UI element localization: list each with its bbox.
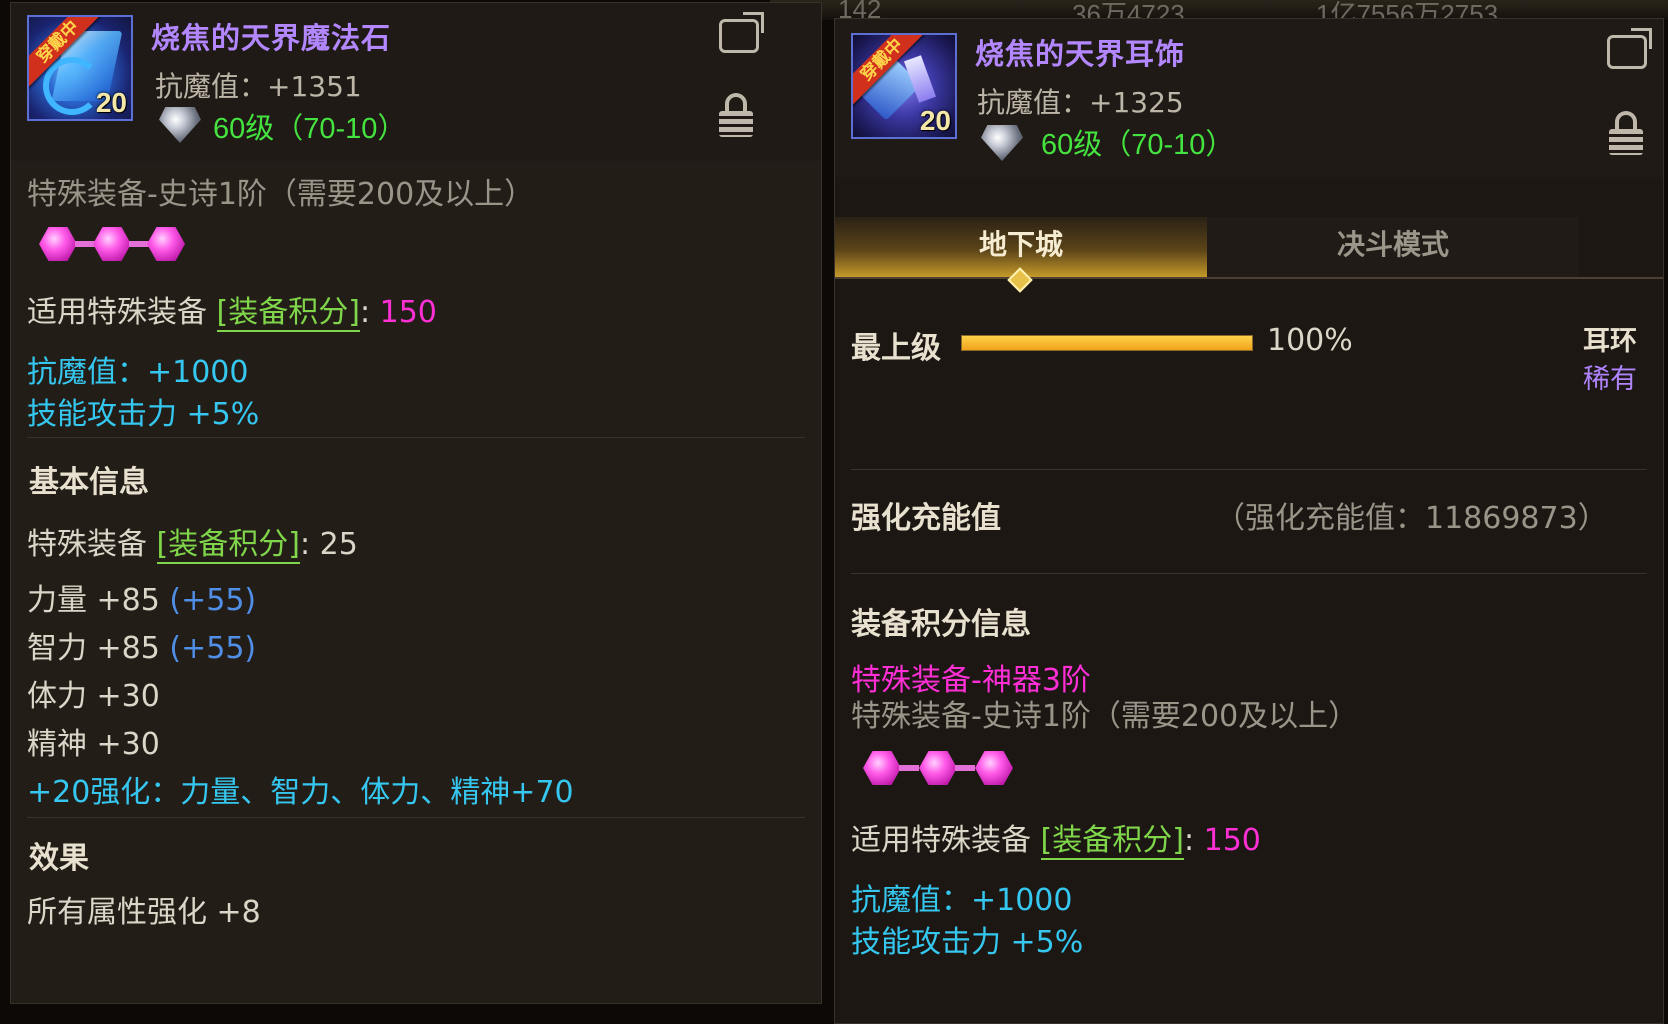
background-currency-strip: 142 36万4723 1亿7556万2753 [770, 0, 1668, 29]
lock-shackle [1615, 111, 1637, 131]
rarity: 稀有 [1583, 364, 1637, 395]
score-info-heading: 装备积分信息 [851, 607, 1031, 642]
lock-body [1609, 129, 1643, 155]
divider [27, 817, 805, 818]
rank-progress-bar [961, 335, 1253, 351]
purple-gem-icon [863, 751, 901, 785]
effect-line: 所有属性强化 +8 [27, 895, 261, 930]
earring-item-icon[interactable]: 穿戴中 20 [851, 33, 957, 139]
slot-type: 耳环 [1583, 326, 1637, 357]
purple-gem-icon [93, 227, 131, 261]
bonus-skill-attack: 技能攻击力 +5% [27, 397, 260, 432]
stat-vitality: 体力 +30 [27, 679, 160, 714]
gem-link [955, 765, 975, 771]
gem-link [129, 241, 149, 247]
tab-duel-mode[interactable]: 决斗模式 [1207, 217, 1579, 277]
effect-heading: 效果 [29, 841, 89, 876]
purple-gem-icon [975, 751, 1013, 785]
gem-link [75, 241, 95, 247]
stat-label: 智力 +85 [27, 631, 160, 666]
right-item-tooltip: 穿戴中 20 烧焦的天界耳饰 抗魔值：+1325 60级（70-10） 地下城 … [834, 18, 1664, 1024]
special-value: 25 [319, 527, 358, 562]
item-name: 烧焦的天界魔法石 [151, 21, 392, 55]
applicable-value: 150 [1203, 823, 1261, 858]
enhance-line: +20强化：力量、智力、体力、精神+70 [27, 775, 574, 810]
colon: : [1183, 823, 1204, 858]
purple-gem-icon [147, 227, 185, 261]
colon: : [299, 527, 320, 562]
tier-line: 特殊装备-史诗1阶（需要200及以上） [27, 177, 535, 212]
lock-body [719, 111, 753, 137]
right-tooltip-header: 穿戴中 20 烧焦的天界耳饰 抗魔值：+1325 60级（70-10） [835, 19, 1663, 177]
special-label: 特殊装备 [27, 527, 147, 562]
gem-link [899, 765, 919, 771]
magic-stone-item-icon[interactable]: 穿戴中 20 [27, 15, 133, 121]
lock-icon[interactable] [1609, 111, 1643, 155]
share-icon[interactable] [719, 12, 764, 53]
tier-line: 特殊装备-史诗1阶（需要200及以上） [851, 699, 1359, 734]
score-tag-link[interactable]: [装备积分] [1040, 823, 1184, 860]
left-tooltip-body: 特殊装备-史诗1阶（需要200及以上） 适用特殊装备 [装备积分]: 150 抗… [11, 161, 821, 1003]
head-resist-stat: 抗魔值：+1325 [977, 86, 1184, 119]
special-score-line: 特殊装备 [装备积分]: 25 [27, 519, 358, 564]
bonus-resist: 抗魔值：+1000 [851, 883, 1073, 918]
swirl-decoration [43, 57, 101, 115]
purple-gem-icon [39, 227, 77, 261]
tab-underline [835, 277, 1663, 279]
item-grade: 60级（70-10） [213, 113, 407, 145]
rank-label: 最上级 [851, 331, 941, 366]
applicable-score-line: 适用特殊装备 [装备积分]: 150 [27, 287, 437, 332]
divider [851, 469, 1647, 470]
item-name: 烧焦的天界耳饰 [975, 37, 1186, 71]
purple-gem-icon [919, 751, 957, 785]
applicable-value: 150 [379, 295, 437, 330]
grade-gem-icon [159, 107, 201, 143]
score-tag-link[interactable]: [装备积分] [156, 527, 300, 564]
charge-value: （强化充能值：11869873） [1215, 501, 1608, 536]
lock-shackle [725, 93, 747, 113]
item-grade: 60级（70-10） [1041, 129, 1235, 161]
applicable-score-line: 适用特殊装备 [装备积分]: 150 [851, 815, 1261, 860]
bonus-resist: 抗魔值：+1000 [27, 355, 249, 390]
divider [27, 437, 805, 438]
basic-info-heading: 基本信息 [29, 465, 149, 500]
charge-label: 强化充能值 [851, 501, 1001, 536]
stat-intelligence: 智力 +85 (+55) [27, 623, 256, 667]
lock-icon[interactable] [719, 93, 753, 137]
bonus-skill-attack: 技能攻击力 +5% [851, 925, 1084, 960]
stat-strength: 力量 +85 (+55) [27, 575, 256, 619]
divider [851, 573, 1647, 574]
stat-spirit: 精神 +30 [27, 727, 160, 762]
colon: : [359, 295, 380, 330]
share-icon[interactable] [1607, 28, 1652, 69]
stat-extra: (+55) [169, 583, 257, 618]
head-resist-stat: 抗魔值：+1351 [155, 70, 362, 103]
left-tooltip-header: 穿戴中 20 烧焦的天界魔法石 抗魔值：+1351 60级（70-10） [11, 3, 821, 161]
item-level-number: 20 [95, 87, 127, 118]
applicable-label: 适用特殊装备 [851, 823, 1031, 858]
score-tag-link[interactable]: [装备积分] [216, 295, 360, 332]
applicable-label: 适用特殊装备 [27, 295, 207, 330]
rank-percent: 100% [1267, 323, 1353, 358]
stat-extra: (+55) [169, 631, 257, 666]
rank-progress-fill [962, 336, 1252, 350]
item-level-number: 20 [919, 105, 951, 136]
left-item-tooltip: 穿戴中 20 烧焦的天界魔法石 抗魔值：+1351 60级（70-10） 特殊装… [10, 2, 822, 1004]
stat-label: 力量 +85 [27, 583, 160, 618]
grade-gem-icon [981, 125, 1023, 161]
